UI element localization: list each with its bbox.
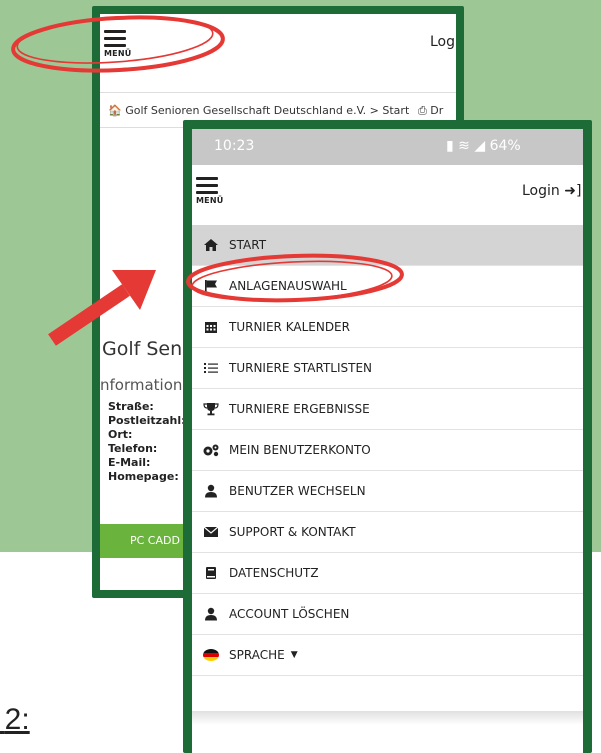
status-time: 10:23 [214,138,255,154]
menu-item-sprache[interactable]: SPRACHE ▼ [192,635,583,676]
page-title: Golf Seni [102,338,188,360]
menu-item-benutzer-wechseln[interactable]: BENUTZER WECHSELN [192,471,583,512]
signal-icon: ▮ ≋ ◢ [446,138,486,154]
menu-item-start[interactable]: START [192,225,583,266]
phone-front-frame: 10:23 ▮ ≋ ◢ 64% MENÜ Login ➜] START ANLA… [183,120,592,753]
hamburger-icon [196,177,218,180]
info-fields: Straße: Postleitzahl: Ort: Telefon: E-Ma… [108,400,186,484]
book-icon [201,565,221,581]
home-icon [201,237,221,253]
login-label: Login [522,183,560,199]
flag-icon [201,278,221,294]
field-label: Homepage: [108,470,179,483]
trophy-icon [201,401,221,417]
menu-item-turniere-ergebnisse[interactable]: TURNIERE ERGEBNISSE [192,389,583,430]
battery-text: 64% [489,138,521,154]
status-bar: 10:23 ▮ ≋ ◢ 64% [192,129,583,165]
menu-item-label: ANLAGENAUSWAHL [229,279,347,293]
login-link-back[interactable]: Log [430,34,455,50]
sign-in-icon: ➜] [564,183,582,199]
user-icon [201,483,221,499]
menu-button[interactable]: MENÜ [196,177,224,205]
menu-item-label: ACCOUNT LÖSCHEN [229,607,350,621]
field-label: Postleitzahl: [108,414,186,427]
hamburger-line [196,184,218,187]
field-label: Ort: [108,428,133,441]
phone-front-screen: 10:23 ▮ ≋ ◢ 64% MENÜ Login ➜] START ANLA… [192,129,583,753]
gears-icon [201,442,221,458]
user-icon [201,606,221,622]
list-icon [201,360,221,376]
menu-item-label: DATENSCHUTZ [229,566,319,580]
field-label: Telefon: [108,442,158,455]
envelope-icon [201,524,221,540]
menu-item-label: START [229,238,267,252]
hamburger-line [196,191,218,194]
footer-shadow [192,711,583,725]
login-link[interactable]: Login ➜] [522,183,581,199]
step-number: 2: [4,703,30,736]
calendar-icon [201,319,221,335]
menu-item-label: TURNIERE STARTLISTEN [229,361,373,375]
nav-menu: START ANLAGENAUSWAHL TURNIER KALENDER TU… [192,225,583,676]
menu-item-mein-benutzerkonto[interactable]: MEIN BENUTZERKONTO [192,430,583,471]
menu-item-label: BENUTZER WECHSELN [229,484,366,498]
menu-item-turniere-startlisten[interactable]: TURNIERE STARTLISTEN [192,348,583,389]
caret-down-icon: ▼ [290,650,298,660]
menu-button-back[interactable]: MENÜ [104,30,132,58]
hamburger-line [104,44,126,47]
menu-item-label: MEIN BENUTZERKONTO [229,443,371,457]
german-flag-icon [201,647,221,663]
hamburger-line [104,37,126,40]
menu-item-datenschutz[interactable]: DATENSCHUTZ [192,553,583,594]
menu-item-label: TURNIERE ERGEBNISSE [229,402,370,416]
menu-label: MENÜ [104,49,132,58]
menu-item-turnier-kalender[interactable]: TURNIER KALENDER [192,307,583,348]
step-label: : 2: [0,703,30,737]
field-label: Straße: [108,400,154,413]
menu-item-label: TURNIER KALENDER [229,320,350,334]
menu-item-account-loeschen[interactable]: ACCOUNT LÖSCHEN [192,594,583,635]
menu-label: MENÜ [196,196,224,205]
menu-item-label: SUPPORT & KONTAKT [229,525,356,539]
print-label: Dr [430,104,444,117]
field-label: E-Mail: [108,456,151,469]
status-battery: ▮ ≋ ◢ 64% [446,138,521,154]
section-title: nformation [100,376,183,394]
menu-item-label: SPRACHE [229,648,285,662]
hamburger-icon [104,30,126,33]
menu-item-anlagenauswahl[interactable]: ANLAGENAUSWAHL [192,266,583,307]
breadcrumb-text: Golf Senioren Gesellschaft Deutschland e… [125,104,410,117]
home-icon: 🏠 [108,104,122,117]
menu-item-support-kontakt[interactable]: SUPPORT & KONTAKT [192,512,583,553]
